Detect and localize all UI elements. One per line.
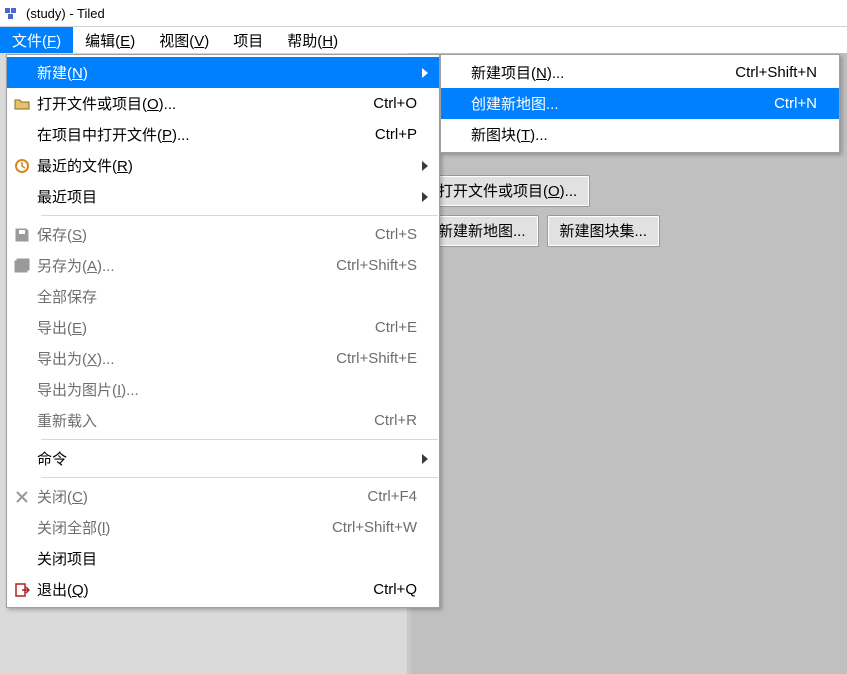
file-menu-item-18[interactable]: 关闭项目 xyxy=(7,543,439,574)
new-submenu-item-1[interactable]: 创建新地图... Ctrl+N xyxy=(441,88,839,119)
quit-icon xyxy=(7,582,37,598)
menubar-project[interactable]: 项目 xyxy=(221,27,275,54)
menu-item-label: 重新载入 xyxy=(37,410,97,431)
file-menu-item-11: 导出为图片(I)... xyxy=(7,374,439,405)
menu-shortcut: Ctrl+N xyxy=(774,95,831,112)
app-icon xyxy=(4,5,20,21)
submenu-arrow-icon xyxy=(421,161,429,171)
file-menu-item-10: 导出为(X)... Ctrl+Shift+E xyxy=(7,343,439,374)
open-file-button[interactable]: 打开文件或项目(O)... xyxy=(425,175,590,207)
file-menu-item-4[interactable]: 最近项目 xyxy=(7,181,439,212)
menu-item-label: 关闭(C) xyxy=(37,486,88,507)
new-submenu: 新建项目(N)... Ctrl+Shift+N 创建新地图... Ctrl+N 新图块(… xyxy=(440,54,840,153)
menubar-label: 视图(V) xyxy=(159,30,209,51)
menubar-label: 项目 xyxy=(233,30,263,51)
menu-item-label: 命令 xyxy=(37,448,67,469)
new-map-button[interactable]: 新建新地图... xyxy=(425,215,539,247)
menubar-label: 帮助(H) xyxy=(287,30,338,51)
menu-shortcut: Ctrl+F4 xyxy=(367,488,431,505)
menu-shortcut: Ctrl+Shift+W xyxy=(332,519,431,536)
save-icon xyxy=(7,227,37,243)
menu-shortcut: Ctrl+R xyxy=(374,412,431,429)
menubar-file[interactable]: 文件(F) xyxy=(0,27,73,54)
menu-shortcut: Ctrl+O xyxy=(373,95,431,112)
menu-item-label: 打开文件或项目(O)... xyxy=(37,93,176,114)
menu-shortcut: Ctrl+Shift+E xyxy=(336,350,431,367)
menubar-help[interactable]: 帮助(H) xyxy=(275,27,350,54)
file-menu-item-3[interactable]: 最近的文件(R) xyxy=(7,150,439,181)
window-title: (study) - Tiled xyxy=(26,6,105,21)
menu-shortcut: Ctrl+P xyxy=(375,126,431,143)
menu-item-label: 全部保存 xyxy=(37,286,97,307)
submenu-arrow-icon xyxy=(421,192,429,202)
file-menu-item-7: 另存为(A)... Ctrl+Shift+S xyxy=(7,250,439,281)
menu-bar: 文件(F) 编辑(E) 视图(V) 项目 帮助(H) xyxy=(0,27,847,55)
menu-item-label: 导出为(X)... xyxy=(37,348,115,369)
menu-item-label: 新建(N) xyxy=(37,62,88,83)
welcome-row-2: 新建新地图... 新建图块集... xyxy=(425,215,837,247)
menu-item-label: 关闭项目 xyxy=(37,548,97,569)
menubar-label: 文件(F) xyxy=(12,30,61,51)
file-menu-item-14[interactable]: 命令 xyxy=(7,443,439,474)
menu-item-label: 导出(E) xyxy=(37,317,87,338)
menu-item-label: 新建项目(N)... xyxy=(471,62,564,83)
menu-item-label: 关闭全部(l) xyxy=(37,517,110,538)
menu-item-label: 新图块(T)... xyxy=(471,124,548,145)
file-menu-item-9: 导出(E) Ctrl+E xyxy=(7,312,439,343)
recent-icon xyxy=(7,158,37,174)
submenu-arrow-icon xyxy=(421,454,429,464)
new-submenu-item-0[interactable]: 新建项目(N)... Ctrl+Shift+N xyxy=(441,57,839,88)
file-menu-item-19[interactable]: 退出(Q) Ctrl+Q xyxy=(7,574,439,605)
menu-shortcut: Ctrl+Q xyxy=(373,581,431,598)
menu-item-label: 退出(Q) xyxy=(37,579,89,600)
file-menu-item-1[interactable]: 打开文件或项目(O)... Ctrl+O xyxy=(7,88,439,119)
file-menu-item-2[interactable]: 在项目中打开文件(P)... Ctrl+P xyxy=(7,119,439,150)
file-menu-item-0[interactable]: 新建(N) xyxy=(7,57,439,88)
file-menu: 新建(N) 打开文件或项目(O)... Ctrl+O 在项目中打开文件(P)... Ct… xyxy=(6,54,440,608)
menubar-label: 编辑(E) xyxy=(85,30,135,51)
submenu-arrow-icon xyxy=(421,68,429,78)
app-window: (study) - Tiled 文件(F) 编辑(E) 视图(V) 项目 帮助(… xyxy=(0,0,847,674)
file-menu-item-6: 保存(S) Ctrl+S xyxy=(7,219,439,250)
menubar-edit[interactable]: 编辑(E) xyxy=(73,27,147,54)
menu-shortcut: Ctrl+S xyxy=(375,226,431,243)
menu-shortcut: Ctrl+E xyxy=(375,319,431,336)
new-tileset-button[interactable]: 新建图块集... xyxy=(547,215,661,247)
menu-item-label: 另存为(A)... xyxy=(37,255,115,276)
title-bar: (study) - Tiled xyxy=(0,0,847,27)
menu-separator xyxy=(41,439,438,440)
menu-item-label: 在项目中打开文件(P)... xyxy=(37,124,190,145)
menu-item-label: 最近的文件(R) xyxy=(37,155,133,176)
menu-item-label: 导出为图片(I)... xyxy=(37,379,139,400)
menu-separator xyxy=(41,477,438,478)
open-icon xyxy=(7,96,37,112)
file-menu-item-16: 关闭(C) Ctrl+F4 xyxy=(7,481,439,512)
menu-shortcut: Ctrl+Shift+N xyxy=(735,64,831,81)
saveas-icon xyxy=(7,258,37,274)
file-menu-item-8: 全部保存 xyxy=(7,281,439,312)
menu-item-label: 保存(S) xyxy=(37,224,87,245)
menubar-view[interactable]: 视图(V) xyxy=(147,27,221,54)
new-submenu-item-2[interactable]: 新图块(T)... xyxy=(441,119,839,150)
menu-item-label: 创建新地图... xyxy=(471,93,559,114)
menu-item-label: 最近项目 xyxy=(37,186,97,207)
menu-shortcut: Ctrl+Shift+S xyxy=(336,257,431,274)
file-menu-item-12: 重新载入 Ctrl+R xyxy=(7,405,439,436)
close-icon xyxy=(7,489,37,505)
file-menu-item-17: 关闭全部(l) Ctrl+Shift+W xyxy=(7,512,439,543)
welcome-row-1: 打开文件或项目(O)... xyxy=(425,175,837,207)
menu-separator xyxy=(41,215,438,216)
